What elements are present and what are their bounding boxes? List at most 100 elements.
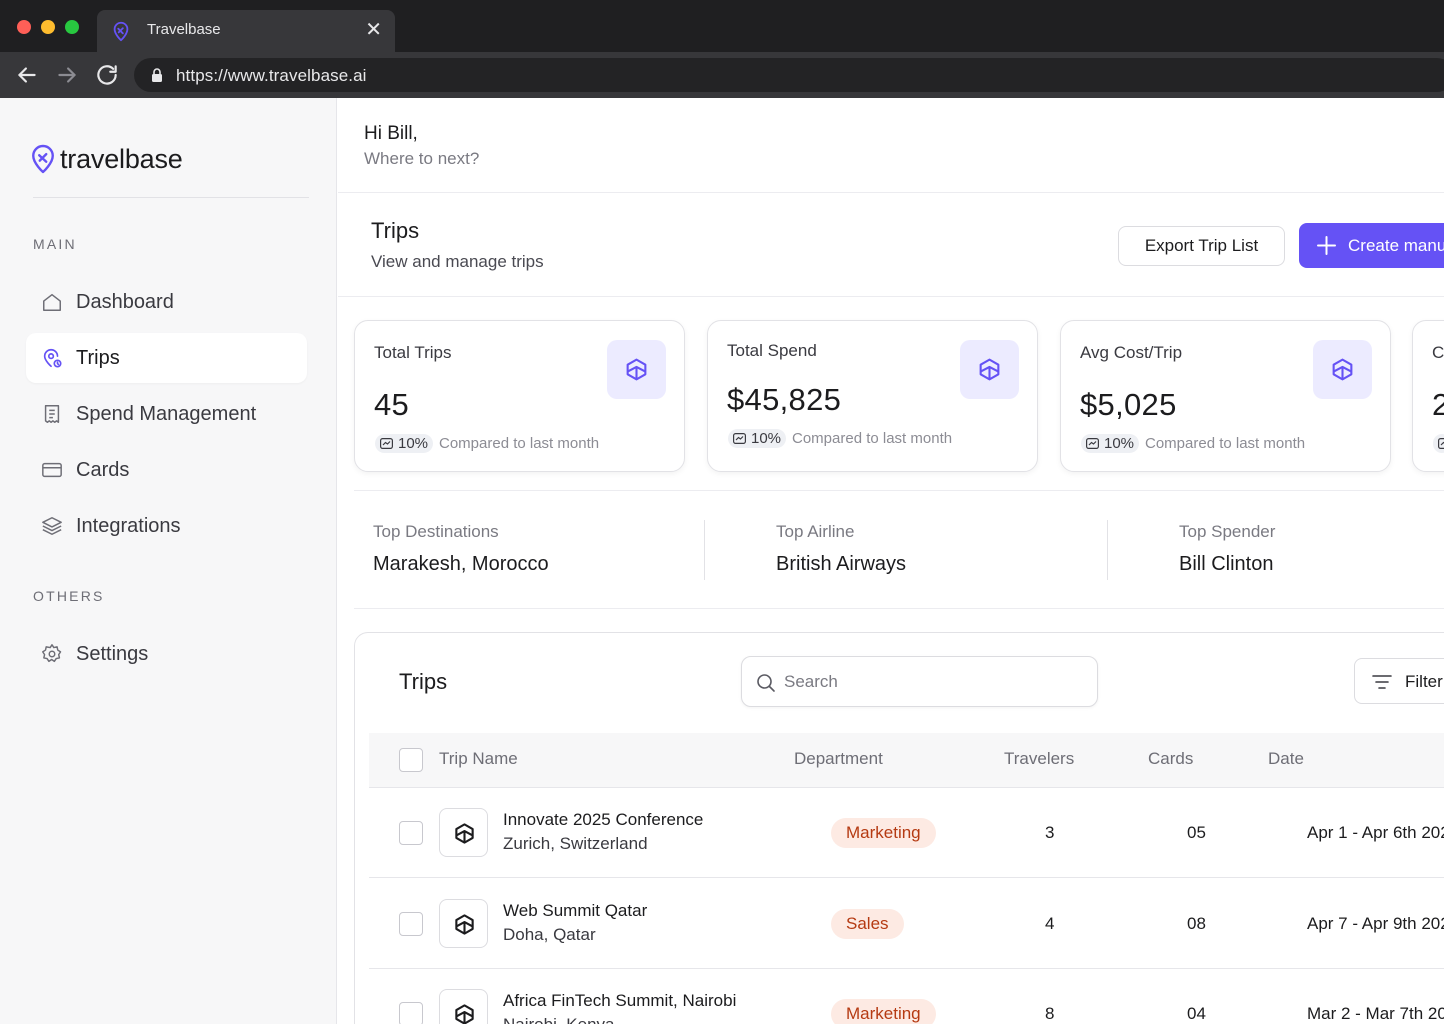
back-arrow-icon[interactable] (14, 62, 40, 88)
trip-cube-icon (439, 808, 488, 857)
table-row[interactable]: Africa FinTech Summit, Nairobi Nairobi, … (369, 969, 1444, 1024)
top-label: Top Destinations (373, 522, 499, 541)
browser-tab[interactable]: Travelbase ✕ (97, 10, 395, 52)
sidebar-item-label: Integrations (76, 515, 181, 537)
cards-count: 05 (1187, 823, 1206, 842)
top-divider (704, 520, 705, 580)
sidebar-item-spend-management[interactable]: Spend Management (26, 389, 307, 439)
stat-label: C (1432, 343, 1444, 362)
stat-change-value: 10% (1104, 435, 1135, 452)
forward-arrow-icon[interactable] (54, 62, 80, 88)
table-row[interactable]: Web Summit Qatar Doha, Qatar Sales 4 08 … (369, 879, 1444, 969)
trip-cube-icon (439, 899, 488, 948)
stat-change-badge (1433, 434, 1444, 453)
gear-icon (41, 643, 63, 665)
stat-change-badge: 10% (1081, 434, 1140, 453)
trip-name[interactable]: Innovate 2025 Conference (503, 810, 703, 830)
row-checkbox[interactable] (399, 912, 423, 936)
lock-icon (151, 68, 163, 82)
minimize-window-button[interactable] (41, 20, 55, 34)
column-header-trip-name[interactable]: Trip Name (439, 749, 518, 769)
search-icon (757, 674, 775, 692)
trend-icon (733, 433, 746, 444)
row-checkbox[interactable] (399, 1002, 423, 1024)
stat-card-total-trips: Total Trips 45 10% Compared to last mont… (354, 320, 685, 472)
page-subtitle: View and manage trips (371, 252, 544, 271)
reload-icon[interactable] (94, 62, 120, 88)
title-divider (338, 296, 1444, 297)
stat-label: Avg Cost/Trip (1080, 343, 1183, 362)
trend-icon (1086, 438, 1099, 449)
department-badge: Marketing (831, 818, 936, 848)
travelers-count: 3 (1045, 823, 1055, 842)
cards-count: 08 (1187, 914, 1206, 933)
browser-tabstrip: Travelbase ✕ (0, 0, 1444, 52)
filter-button[interactable]: Filter (1354, 658, 1444, 704)
greeting-subtitle: Where to next? (364, 149, 480, 168)
sidebar-item-label: Settings (76, 643, 149, 665)
export-trip-list-button[interactable]: Export Trip List (1118, 226, 1285, 266)
sidebar-item-label: Cards (76, 459, 130, 481)
trip-cube-icon (439, 989, 488, 1024)
search-input[interactable] (784, 670, 1084, 694)
trips-table-card: Trips Filter Trip Name Department Travel… (354, 632, 1444, 1024)
stat-compare-text: Compared to last month (792, 430, 953, 447)
row-checkbox[interactable] (399, 821, 423, 845)
trip-date: Apr 7 - Apr 9th 2025 (1307, 914, 1444, 933)
plus-icon (1317, 236, 1336, 255)
top-divider (1107, 520, 1108, 580)
logo-text: travelbase (60, 143, 183, 174)
department-badge: Marketing (831, 999, 936, 1024)
sidebar-item-dashboard[interactable]: Dashboard (26, 277, 307, 327)
top-label: Top Spender (1179, 522, 1276, 541)
stat-label: Total Spend (727, 341, 817, 360)
create-manual-trip-button[interactable]: Create manual trip (1299, 223, 1444, 268)
column-header-cards[interactable]: Cards (1148, 749, 1193, 769)
sidebar-item-label: Trips (76, 347, 120, 369)
stat-card-partial: C 2 (1412, 320, 1444, 472)
top-value: British Airways (776, 553, 907, 575)
section-label-main: MAIN (33, 236, 77, 252)
sidebar-item-settings[interactable]: Settings (26, 629, 307, 679)
stat-change-value: 10% (398, 435, 429, 452)
column-header-department[interactable]: Department (794, 749, 883, 769)
travelers-count: 4 (1045, 914, 1055, 933)
logo[interactable]: travelbase (30, 142, 183, 176)
trip-name[interactable]: Web Summit Qatar (503, 901, 647, 921)
top-spender: Top Spender Bill Clinton (1160, 491, 1440, 610)
trend-icon (380, 438, 393, 449)
close-window-button[interactable] (17, 20, 31, 34)
tab-title: Travelbase (147, 21, 221, 38)
top-value: Marakesh, Morocco (373, 553, 549, 575)
stat-card-avg-cost: Avg Cost/Trip $5,025 10% Compared to las… (1060, 320, 1391, 472)
browser-toolbar: https://www.travelbase.ai (0, 52, 1444, 98)
trip-date: Apr 1 - Apr 6th 2025 (1307, 823, 1444, 842)
greeting: Hi Bill, (364, 123, 418, 144)
address-bar[interactable]: https://www.travelbase.ai (134, 58, 1444, 92)
stat-compare-text: Compared to last month (439, 435, 600, 452)
sidebar-item-integrations[interactable]: Integrations (26, 501, 307, 551)
stat-label: Total Trips (374, 343, 452, 362)
sidebar-item-trips[interactable]: Trips (26, 333, 307, 383)
url-text: https://www.travelbase.ai (176, 66, 367, 85)
main-content: Hi Bill, Where to next? Trips View and m… (338, 98, 1444, 1024)
trend-icon (1438, 438, 1444, 449)
home-icon (41, 291, 63, 313)
create-button-label: Create manual trip (1348, 236, 1444, 255)
sidebar-item-cards[interactable]: Cards (26, 445, 307, 495)
maximize-window-button[interactable] (65, 20, 79, 34)
search-box[interactable] (741, 656, 1098, 707)
stat-change-value: 10% (751, 430, 782, 447)
filter-label: Filter (1405, 672, 1443, 691)
stat-change-badge: 10% (728, 429, 787, 448)
stat-change-badge: 10% (375, 434, 434, 453)
table-row[interactable]: Innovate 2025 Conference Zurich, Switzer… (369, 788, 1444, 878)
column-header-date[interactable]: Date (1268, 749, 1304, 769)
column-header-travelers[interactable]: Travelers (1004, 749, 1074, 769)
trip-date: Mar 2 - Mar 7th 2025 (1307, 1004, 1444, 1023)
select-all-checkbox[interactable] (399, 748, 423, 772)
card-icon (41, 459, 63, 481)
trip-name[interactable]: Africa FinTech Summit, Nairobi (503, 991, 736, 1011)
top-stats-strip: Top Destinations Marakesh, Morocco Top A… (354, 490, 1444, 609)
close-tab-icon[interactable]: ✕ (365, 19, 382, 41)
